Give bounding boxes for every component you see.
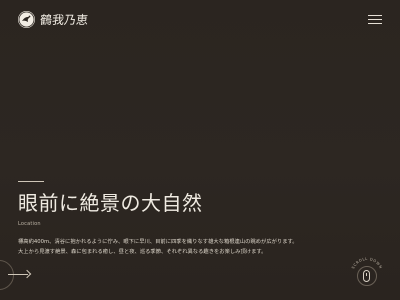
site-logo[interactable]: 鶴我乃恵 xyxy=(18,11,89,28)
section-title: 眼前に絶景の大自然 xyxy=(18,191,203,215)
arrow-circle xyxy=(0,260,14,290)
section-body: 標高約400m、清谷に抱かれるように佇み、眼下に早川、目前に四季を織りなす雄大な… xyxy=(18,237,318,257)
section-label: Location xyxy=(18,221,41,227)
page-background: 鶴我乃恵 眼前に絶景の大自然 Location 標高約400m、清谷に抱かれるよ… xyxy=(0,0,400,300)
menu-line xyxy=(368,15,382,16)
mouse-icon xyxy=(363,270,370,282)
menu-line xyxy=(368,19,382,20)
crane-emblem-icon xyxy=(18,11,35,28)
scroll-down-button[interactable]: SCROLL DOWN xyxy=(347,254,387,294)
body-line: 大上から見渡す絶景、森に包まれる癒し、昼と夜、巡る季節、それぞれ異なる趣きをお楽… xyxy=(18,249,267,255)
hamburger-menu-icon[interactable] xyxy=(368,14,382,25)
arrow-head xyxy=(22,269,32,279)
logo-text: 鶴我乃恵 xyxy=(39,12,89,27)
menu-line xyxy=(368,23,382,24)
section-divider xyxy=(18,181,44,182)
next-arrow-button[interactable] xyxy=(0,260,36,290)
body-line: 標高約400m、清谷に抱かれるように佇み、眼下に早川、目前に四季を織りなす雄大な… xyxy=(18,239,298,245)
